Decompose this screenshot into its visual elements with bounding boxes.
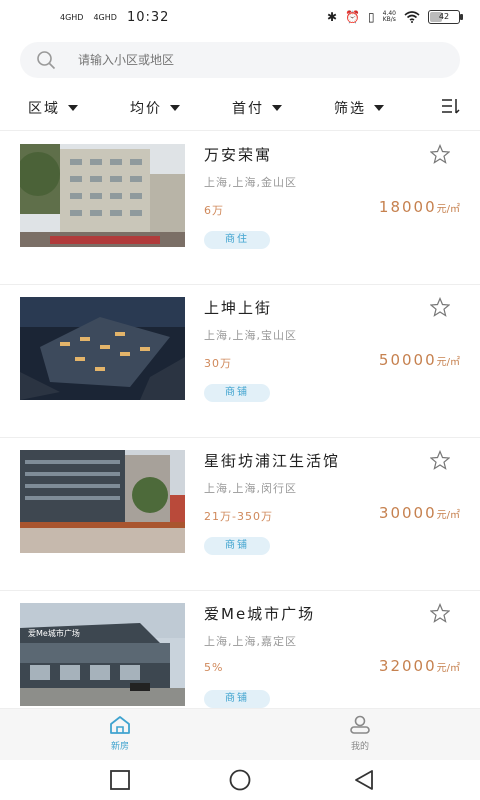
triangle-back-icon[interactable] (352, 768, 376, 792)
bluetooth-icon: ✱ (327, 10, 338, 24)
listing-price-value: 18000 (378, 198, 437, 216)
listing-type-tag: 商住 (204, 231, 270, 249)
square-icon[interactable] (108, 768, 132, 792)
filter-more-label: 筛选 (334, 101, 366, 117)
caret-down-icon (170, 105, 180, 111)
filter-area-label: 区域 (28, 101, 60, 117)
signal-icon-1: 4GHD (60, 12, 84, 22)
listing-name: 爱Me城市广场 (204, 605, 316, 623)
search-bar[interactable] (20, 42, 460, 78)
listing-total-price: 6万 (204, 204, 224, 217)
system-nav-bar (0, 760, 480, 800)
tab-mine-label: 我的 (350, 742, 369, 752)
filter-avg-price[interactable]: 均价 (130, 98, 180, 118)
filter-down-payment-label: 首付 (232, 101, 264, 117)
signal-icon-2: 4GHD (93, 12, 117, 22)
battery-level: 42 (438, 12, 450, 21)
listing-total-price: 30万 (204, 357, 232, 370)
caret-down-icon (272, 105, 282, 111)
clock: 10:32 (126, 10, 170, 25)
status-right: ✱ ⏰ ▯ 4.40 KB/s 42 (327, 10, 463, 24)
listing-image: 爱Me城市广场 (20, 603, 185, 706)
status-bar: 4GHD 4GHD 10:32 ✱ ⏰ ▯ 4.40 KB/s 42 (0, 0, 480, 36)
listing-list: 万安荣寓 上海,上海,金山区 6万 18000元/㎡ 商住 上坤上街 上海,上海… (0, 132, 480, 744)
caret-down-icon (68, 105, 78, 111)
tab-mine[interactable]: 我的 (330, 715, 390, 752)
star-icon[interactable] (430, 450, 450, 470)
listing-name: 上坤上街 (204, 299, 273, 317)
menu-icon[interactable] (442, 98, 460, 114)
listing-price-value: 30000 (378, 504, 437, 522)
listing-type-tag: 商铺 (204, 384, 270, 402)
wifi-icon (404, 11, 420, 23)
search-input[interactable] (78, 42, 438, 78)
listing-price-value: 32000 (378, 657, 437, 675)
listing-total-price: 5% (204, 661, 224, 674)
listing-image (20, 297, 185, 400)
listing-image (20, 450, 185, 553)
listing-location: 上海,上海,嘉定区 (204, 635, 297, 648)
filter-down-payment[interactable]: 首付 (232, 98, 282, 118)
tab-new-homes[interactable]: 新房 (90, 715, 150, 752)
listing-location: 上海,上海,宝山区 (204, 329, 297, 342)
home-icon (110, 716, 130, 734)
listing-location: 上海,上海,闵行区 (204, 482, 297, 495)
star-icon[interactable] (430, 603, 450, 623)
listing-unit-price: 18000元/㎡ (379, 198, 460, 216)
listing-card[interactable]: 星街坊浦江生活馆 上海,上海,闵行区 21万-350万 30000元/㎡ 商铺 (0, 438, 480, 591)
listing-name: 万安荣寓 (204, 146, 273, 164)
star-icon[interactable] (430, 144, 450, 164)
listing-unit-price: 32000元/㎡ (379, 657, 460, 675)
listing-name: 星街坊浦江生活馆 (204, 452, 341, 470)
filter-more[interactable]: 筛选 (334, 98, 384, 118)
listing-type-tag: 商铺 (204, 537, 270, 555)
listing-unit-price: 50000元/㎡ (379, 351, 460, 369)
listing-card[interactable]: 上坤上街 上海,上海,宝山区 30万 50000元/㎡ 商铺 (0, 285, 480, 438)
caret-down-icon (374, 105, 384, 111)
net-speed: 4.40 KB/s (383, 11, 396, 23)
star-icon[interactable] (430, 297, 450, 317)
battery-icon: 42 (428, 10, 463, 24)
listing-price-unit: 元/㎡ (436, 204, 460, 215)
listing-price-unit: 元/㎡ (436, 510, 460, 521)
tab-new-homes-label: 新房 (110, 742, 129, 752)
person-icon (350, 715, 370, 734)
listing-unit-price: 30000元/㎡ (379, 504, 460, 522)
listing-price-value: 50000 (378, 351, 437, 369)
bottom-tab-bar: 新房 我的 (0, 708, 480, 761)
vibrate-icon: ▯ (368, 10, 375, 24)
listing-card[interactable]: 万安荣寓 上海,上海,金山区 6万 18000元/㎡ 商住 (0, 132, 480, 285)
listing-image (20, 144, 185, 247)
filter-bar: 区域 均价 首付 筛选 (0, 88, 480, 131)
search-icon (37, 51, 56, 70)
status-left: 4GHD 4GHD 10:32 (60, 10, 169, 25)
listing-type-tag: 商铺 (204, 690, 270, 708)
filter-area[interactable]: 区域 (28, 98, 78, 118)
alarm-icon: ⏰ (345, 10, 361, 24)
net-speed-unit: KB/s (382, 16, 396, 23)
listing-price-unit: 元/㎡ (436, 357, 460, 368)
listing-total-price: 21万-350万 (204, 510, 273, 523)
filter-avg-price-label: 均价 (130, 101, 162, 117)
listing-location: 上海,上海,金山区 (204, 176, 297, 189)
listing-price-unit: 元/㎡ (436, 663, 460, 674)
mall-sign-text: 爱Me城市广场 (28, 628, 80, 638)
circle-icon[interactable] (228, 768, 252, 792)
